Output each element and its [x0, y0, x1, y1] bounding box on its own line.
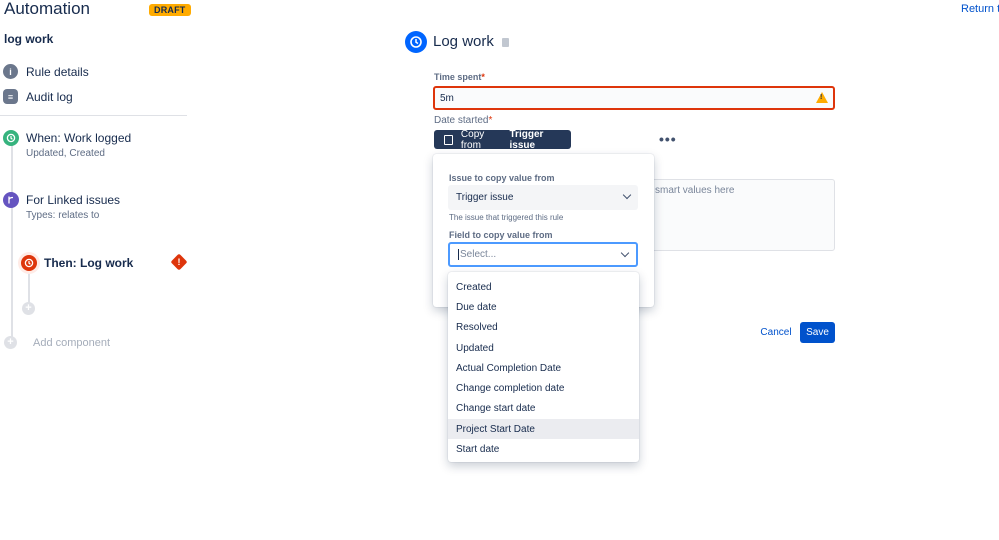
trigger-step[interactable]	[3, 130, 19, 146]
action-step[interactable]	[18, 252, 40, 274]
branch-subtitle: Types: relates to	[26, 210, 100, 221]
time-spent-label: Time spent*	[434, 72, 485, 82]
copy-from-trigger-button[interactable]: Copy from Trigger issue	[434, 128, 571, 151]
trigger-subtitle: Updated, Created	[26, 148, 105, 159]
warning-icon: !	[816, 92, 828, 103]
issue-helper-text: The issue that triggered this rule	[449, 213, 564, 222]
issue-select[interactable]: Trigger issue	[448, 185, 638, 210]
add-component-link[interactable]: Add component	[33, 337, 110, 349]
menu-option-start-date[interactable]: Start date	[448, 439, 639, 459]
save-button[interactable]: Save	[800, 322, 835, 343]
return-link[interactable]: Return to	[961, 3, 999, 15]
error-icon: !	[170, 253, 188, 271]
rule-name: log work	[4, 32, 54, 46]
add-component-icon[interactable]: +	[4, 336, 17, 349]
time-spent-input[interactable]: 5m !	[433, 86, 835, 110]
field-select-placeholder: Select...	[458, 249, 497, 260]
menu-option-due-date[interactable]: Due date	[448, 297, 639, 317]
field-options-menu: Created Due date Resolved Updated Actual…	[448, 272, 639, 462]
branch-connector	[28, 270, 30, 306]
field-copy-label: Field to copy value from	[449, 230, 553, 240]
chevron-down-icon	[620, 248, 630, 258]
time-spent-value: 5m	[440, 93, 454, 104]
menu-option-actual-completion-date[interactable]: Actual Completion Date	[448, 358, 639, 378]
smart-values-textarea[interactable]: smart values here	[640, 179, 835, 251]
add-branch-component-icon[interactable]: +	[22, 302, 35, 315]
branch-step[interactable]	[3, 192, 19, 208]
nav-rule-details-label: Rule details	[26, 64, 89, 79]
textarea-placeholder: smart values here	[655, 185, 735, 196]
nav-audit-log-label: Audit log	[26, 89, 73, 104]
flow-connector	[11, 143, 13, 341]
info-icon: i	[3, 64, 18, 79]
clock-icon	[21, 255, 37, 271]
menu-option-change-start-date[interactable]: Change start date	[448, 399, 639, 419]
menu-option-project-start-date[interactable]: Project Start Date	[448, 419, 639, 440]
copy-icon	[444, 134, 453, 145]
app-title: Automation	[4, 0, 90, 18]
nav-rule-details[interactable]: i Rule details	[3, 64, 89, 79]
menu-option-updated[interactable]: Updated	[448, 338, 639, 358]
trash-icon[interactable]	[502, 38, 509, 47]
chevron-down-icon	[622, 190, 632, 200]
list-icon: ≡	[3, 89, 18, 104]
cancel-button[interactable]: Cancel	[756, 322, 796, 343]
issue-select-value: Trigger issue	[456, 192, 514, 203]
date-started-label: Date started*	[434, 115, 493, 126]
menu-option-resolved[interactable]: Resolved	[448, 318, 639, 338]
branch-icon	[3, 192, 19, 208]
draft-badge: DRAFT	[149, 4, 191, 16]
sidebar-divider	[0, 115, 187, 116]
menu-option-created[interactable]: Created	[448, 277, 639, 297]
action-title[interactable]: Then: Log work	[44, 256, 133, 270]
issue-copy-label: Issue to copy value from	[449, 173, 555, 183]
trigger-title[interactable]: When: Work logged	[26, 131, 131, 145]
field-select[interactable]: Select...	[448, 242, 638, 267]
clock-icon	[3, 130, 19, 146]
branch-title[interactable]: For Linked issues	[26, 193, 120, 207]
menu-option-change-completion-date[interactable]: Change completion date	[448, 378, 639, 398]
copy-button-prefix: Copy from	[460, 128, 485, 151]
more-options-icon[interactable]: •••	[659, 131, 677, 147]
log-work-icon	[405, 31, 427, 53]
copy-button-bold: Trigger issue	[509, 128, 544, 151]
nav-audit-log[interactable]: ≡ Audit log	[3, 89, 73, 104]
page-title: Log work	[433, 33, 494, 50]
